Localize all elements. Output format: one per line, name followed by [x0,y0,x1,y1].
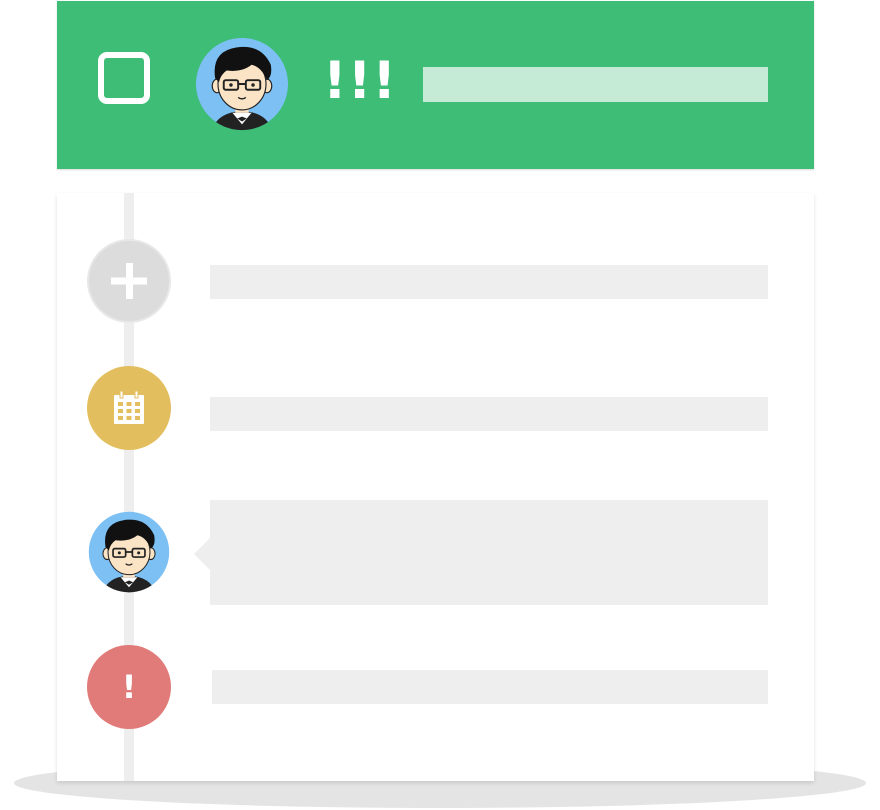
title-placeholder[interactable] [423,67,768,102]
calendar-icon [114,390,144,424]
header-bar: !!! [57,1,814,169]
list-item-placeholder[interactable] [210,265,768,299]
calendar-node[interactable] [87,366,171,450]
list-item-placeholder[interactable] [212,670,768,704]
add-node-button[interactable] [87,239,171,323]
alert-indicator: !!! [323,51,398,111]
user-avatar-icon[interactable] [194,36,290,132]
checkbox-icon[interactable] [98,52,150,104]
timeline-card: ! [57,193,814,781]
list-item-placeholder[interactable] [210,397,768,431]
comment-bubble-placeholder[interactable] [210,500,768,605]
user-avatar-icon[interactable] [87,510,171,594]
plus-icon [111,263,147,299]
exclamation-icon[interactable]: ! [87,645,171,729]
speech-bubble-pointer [194,538,210,570]
